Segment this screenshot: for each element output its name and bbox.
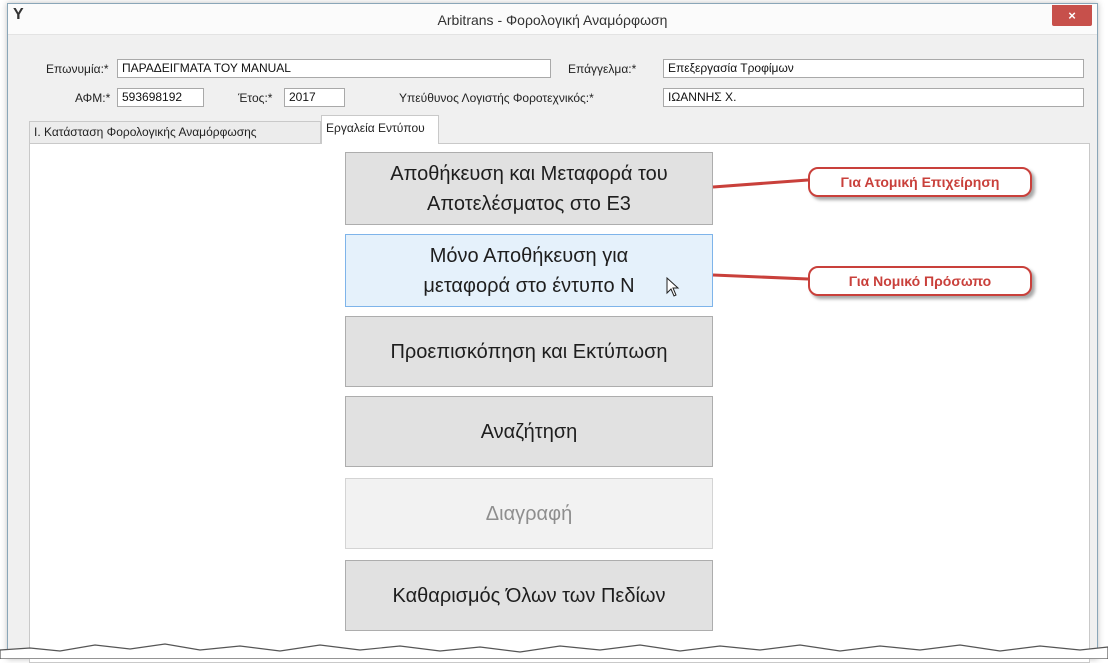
callout-legal-entity-label: Για Νομικό Πρόσωπο — [848, 273, 992, 289]
tab-ergaleia[interactable]: Εργαλεία Εντύπου — [321, 115, 439, 144]
tab-ergaleia-label: Εργαλεία Εντύπου — [326, 121, 425, 135]
callout-arrow-individual — [712, 178, 809, 189]
annotation-overlay — [0, 178, 1108, 659]
callout-individual-label: Για Ατομική Επιχείρηση — [840, 174, 1000, 190]
callout-individual: Για Ατομική Επιχείρηση — [808, 167, 1032, 197]
torn-edge — [0, 643, 1108, 659]
callout-legal-entity: Για Νομικό Πρόσωπο — [808, 266, 1032, 296]
callout-arrow-legal — [712, 273, 809, 281]
mouse-cursor-icon — [666, 276, 680, 297]
